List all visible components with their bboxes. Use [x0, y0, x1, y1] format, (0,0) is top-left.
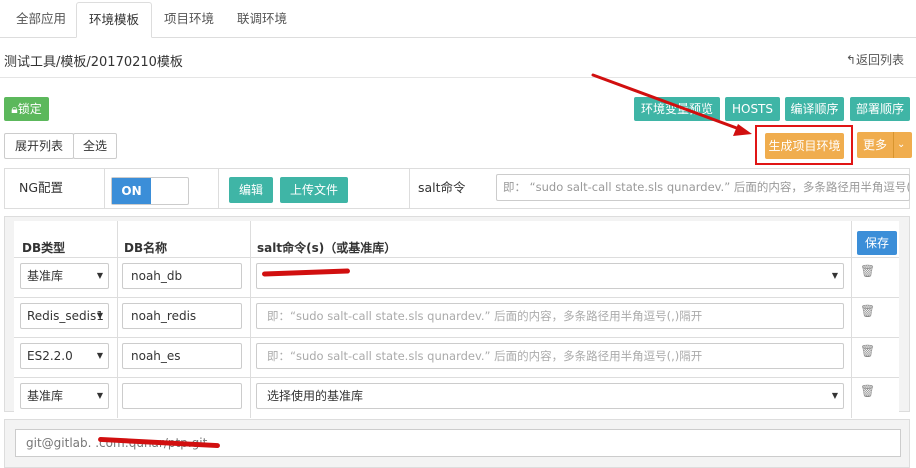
tab-all-apps[interactable]: 全部应用	[4, 2, 78, 38]
lock-button[interactable]: 🔒︎锁定	[4, 97, 49, 121]
cell-divider	[409, 169, 410, 208]
toggle-on-state: ON	[112, 178, 151, 204]
db-config-panel: DB类型 DB名称 salt命令(s)（或基准库） 保存 基准库 ▼ noah_d…	[4, 216, 910, 418]
select-all-button[interactable]: 全选	[73, 133, 117, 159]
compile-order-button[interactable]: 编译顺序	[785, 97, 844, 121]
button-separator	[893, 132, 894, 158]
db-name-header: DB名称	[124, 241, 168, 255]
db-type-select[interactable]: Redis_sedis1 ▼	[20, 303, 109, 329]
more-dropdown-button[interactable]: 更多 ⌄	[857, 132, 912, 158]
db-type-select[interactable]: ES2.2.0 ▼	[20, 343, 109, 369]
back-to-list-link[interactable]: ↰返回列表	[846, 51, 904, 68]
db-type-value: 基准库	[27, 389, 64, 403]
ng-toggle-cell: ON	[105, 169, 219, 208]
trash-icon[interactable]: 🗑︎	[860, 264, 875, 278]
salt-command-label: salt命令	[418, 180, 466, 195]
ng-salt-command-input[interactable]: 即： “sudo salt-call state.sls qunardev.” …	[496, 174, 910, 201]
column-divider	[851, 298, 852, 338]
column-divider	[117, 338, 118, 378]
tab-env-template[interactable]: 环境模板	[76, 2, 153, 38]
breadcrumb: 测试工具/模板/20170210模板	[4, 55, 183, 70]
column-divider	[117, 378, 118, 418]
salt-command-input[interactable]: 即：“sudo salt-call state.sls qunardev.” 后…	[256, 303, 844, 329]
column-divider	[851, 258, 852, 298]
hosts-button[interactable]: HOSTS	[725, 97, 780, 121]
db-type-value: 基准库	[27, 269, 64, 283]
save-button[interactable]: 保存	[857, 231, 897, 255]
upload-file-button[interactable]: 上传文件	[280, 177, 348, 203]
db-type-value: ES2.2.0	[27, 349, 73, 363]
trash-icon[interactable]: 🗑︎	[860, 304, 875, 318]
db-type-select[interactable]: 基准库 ▼	[20, 263, 109, 289]
salt-commands-header: salt命令(s)（或基准库）	[257, 241, 397, 255]
salt-command-input[interactable]: 即：“sudo salt-call state.sls qunardev.” 后…	[256, 343, 844, 369]
table-row: 基准库 ▼ noah_db ▼ 🗑︎	[14, 257, 899, 298]
tab-joint-env[interactable]: 联调环境	[225, 2, 299, 38]
tab-bar: 全部应用 环境模板 项目环境 联调环境	[0, 0, 916, 38]
base-db-select[interactable]: ▼	[256, 263, 844, 289]
column-divider	[250, 258, 251, 298]
trash-icon[interactable]: 🗑︎	[860, 384, 875, 398]
caret-down-icon: ▼	[96, 351, 103, 360]
edit-button[interactable]: 编辑	[229, 177, 273, 203]
caret-down-icon: ▼	[831, 271, 838, 280]
column-divider	[851, 338, 852, 378]
back-link-label: 返回列表	[855, 53, 904, 67]
db-name-input[interactable]: noah_redis	[122, 303, 242, 329]
env-var-preview-button[interactable]: 环境变量预览	[634, 97, 720, 121]
caret-down-icon: ▼	[831, 391, 838, 400]
table-row: ES2.2.0 ▼ noah_es 即：“sudo salt-call state…	[14, 337, 899, 378]
column-divider	[250, 338, 251, 378]
expand-list-button[interactable]: 展开列表	[4, 133, 74, 159]
db-type-value: Redis_sedis1	[27, 309, 104, 323]
db-name-input[interactable]: noah_db	[122, 263, 242, 289]
db-type-header: DB类型	[22, 241, 66, 255]
column-divider	[117, 258, 118, 298]
db-name-input[interactable]: noah_es	[122, 343, 242, 369]
lock-label: 锁定	[17, 102, 42, 116]
trash-icon[interactable]: 🗑︎	[860, 344, 875, 358]
ng-config-row: NG配置 ON 编辑 上传文件 salt命令 即： “sudo salt-cal…	[4, 168, 910, 209]
db-type-select[interactable]: 基准库 ▼	[20, 383, 109, 409]
base-db-value: 选择使用的基准库	[267, 389, 364, 403]
ng-toggle-switch[interactable]: ON	[111, 177, 189, 205]
more-label: 更多	[863, 138, 888, 152]
ng-config-label: NG配置	[5, 169, 105, 208]
table-row: Redis_sedis1 ▼ noah_redis 即：“sudo salt-ca…	[14, 297, 899, 338]
caret-down-icon: ▼	[96, 271, 103, 280]
deploy-order-button[interactable]: 部署顺序	[850, 97, 910, 121]
column-divider	[250, 378, 251, 418]
chevron-down-icon: ⌄	[897, 139, 906, 150]
column-divider	[117, 298, 118, 338]
highlight-box: 生成项目环境	[755, 125, 853, 165]
column-divider	[250, 298, 251, 338]
generate-project-env-button[interactable]: 生成项目环境	[765, 133, 844, 159]
tab-project-env[interactable]: 项目环境	[152, 2, 226, 38]
caret-down-icon: ▼	[96, 311, 103, 320]
divider	[0, 77, 916, 78]
table-row: 基准库 ▼ 选择使用的基准库 ▼ 🗑︎	[14, 377, 899, 418]
column-divider	[851, 378, 852, 418]
db-name-input[interactable]	[122, 383, 242, 409]
back-arrow-icon: ↰	[845, 53, 856, 67]
caret-down-icon: ▼	[96, 391, 103, 400]
base-db-select[interactable]: 选择使用的基准库 ▼	[256, 383, 844, 409]
